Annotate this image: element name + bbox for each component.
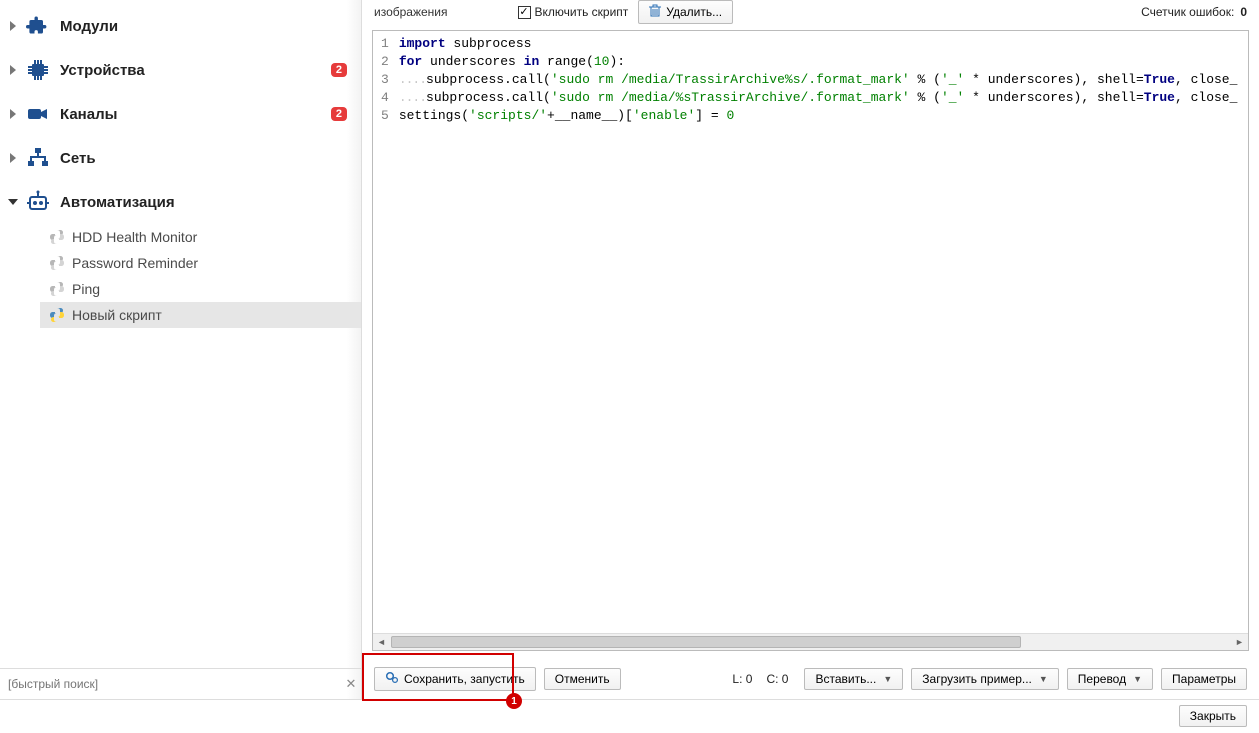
script-item-new[interactable]: Новый скрипт <box>40 302 361 328</box>
load-example-dropdown[interactable]: Загрузить пример...▼ <box>911 668 1059 690</box>
cancel-button[interactable]: Отменить <box>544 668 621 690</box>
sidebar-item-label: Сеть <box>60 150 353 167</box>
line-gutter: 12345 <box>373 31 395 633</box>
script-item-password[interactable]: Password Reminder <box>40 250 361 276</box>
script-item-label: Ping <box>72 281 100 297</box>
sidebar-item-label: Устройства <box>60 62 331 79</box>
python-icon <box>48 254 66 272</box>
robot-icon <box>24 190 52 214</box>
checkbox-checked-icon: ✓ <box>518 6 531 19</box>
sidebar-item-label: Автоматизация <box>60 194 353 211</box>
search-input[interactable] <box>0 671 341 697</box>
params-button[interactable]: Параметры <box>1161 668 1247 690</box>
sidebar-item-label: Каналы <box>60 106 331 123</box>
error-counter: Счетчик ошибок: 0 <box>1141 5 1247 19</box>
sidebar-item-network[interactable]: Сеть <box>0 136 361 180</box>
status-badge: 2 <box>331 63 347 77</box>
nav-tree: Модули Устройства 2 Каналы <box>0 0 361 668</box>
caret-down-icon: ▼ <box>1039 674 1048 684</box>
enable-script-checkbox[interactable]: ✓ Включить скрипт <box>518 5 629 19</box>
sidebar-item-devices[interactable]: Устройства 2 <box>0 48 361 92</box>
script-item-hdd[interactable]: HDD Health Monitor <box>40 224 361 250</box>
python-icon <box>48 228 66 246</box>
quick-search: ✕ <box>0 668 361 699</box>
script-item-label: Новый скрипт <box>72 307 162 323</box>
chevron-down-icon <box>6 195 20 209</box>
caret-down-icon: ▼ <box>883 674 892 684</box>
clear-icon[interactable]: ✕ <box>341 676 361 692</box>
chevron-right-icon <box>6 151 20 165</box>
delete-button[interactable]: Удалить... <box>638 0 733 24</box>
chevron-right-icon <box>6 19 20 33</box>
python-icon <box>48 306 66 324</box>
sidebar-item-channels[interactable]: Каналы 2 <box>0 92 361 136</box>
gears-icon <box>385 671 399 687</box>
chevron-right-icon <box>6 63 20 77</box>
sidebar-item-modules[interactable]: Модули <box>0 4 361 48</box>
network-icon <box>24 146 52 170</box>
code-area[interactable]: import subprocessfor underscores in rang… <box>395 31 1248 633</box>
translate-dropdown[interactable]: Перевод▼ <box>1067 668 1153 690</box>
trash-icon <box>649 4 661 20</box>
automation-children: HDD Health Monitor Password Reminder Pin… <box>0 224 361 328</box>
main-panel: изображения ✓ Включить скрипт Удалить...… <box>362 0 1259 699</box>
python-icon <box>48 280 66 298</box>
annotation-marker: 1 <box>506 693 522 709</box>
sidebar-item-label: Модули <box>60 18 353 35</box>
camera-icon <box>24 102 52 126</box>
caret-down-icon: ▼ <box>1133 674 1142 684</box>
sidebar-item-automation[interactable]: Автоматизация <box>0 180 361 224</box>
status-badge: 2 <box>331 107 347 121</box>
puzzle-icon <box>24 14 52 38</box>
chip-icon <box>24 58 52 82</box>
cursor-status: L: 0 C: 0 <box>732 672 788 686</box>
close-button[interactable]: Закрыть <box>1179 705 1247 727</box>
script-item-label: Password Reminder <box>72 255 198 271</box>
scroll-left-icon[interactable]: ◄ <box>373 634 390 650</box>
code-editor[interactable]: 12345 import subprocessfor underscores i… <box>372 30 1249 651</box>
chevron-right-icon <box>6 107 20 121</box>
scrollbar-thumb[interactable] <box>391 636 1021 648</box>
save-run-button[interactable]: Сохранить, запустить <box>374 667 536 691</box>
scroll-right-icon[interactable]: ► <box>1231 634 1248 650</box>
horizontal-scrollbar[interactable]: ◄ ► <box>373 633 1248 650</box>
insert-dropdown[interactable]: Вставить...▼ <box>804 668 903 690</box>
enable-script-label: Включить скрипт <box>535 5 629 19</box>
images-label: изображения <box>374 5 448 19</box>
toolbar-bottom: Сохранить, запустить Отменить L: 0 C: 0 … <box>362 657 1259 699</box>
sidebar: Модули Устройства 2 Каналы <box>0 0 362 699</box>
script-item-label: HDD Health Monitor <box>72 229 197 245</box>
script-item-ping[interactable]: Ping <box>40 276 361 302</box>
toolbar-top: изображения ✓ Включить скрипт Удалить...… <box>362 0 1259 30</box>
